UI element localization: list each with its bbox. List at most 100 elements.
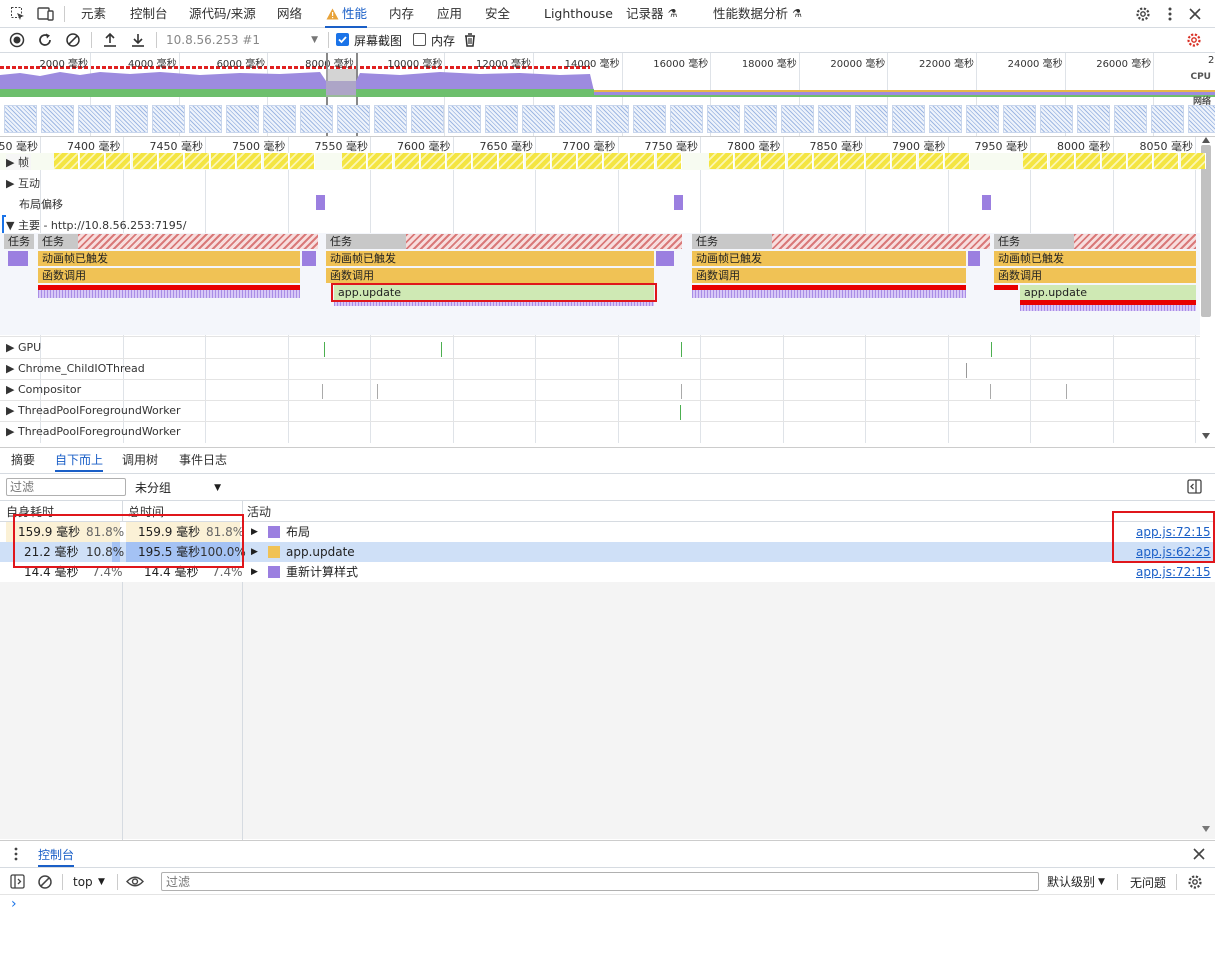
tab-event-log[interactable]: 事件日志 <box>179 448 227 472</box>
tab-console[interactable]: 控制台 <box>130 0 168 28</box>
task-block[interactable]: 任务 <box>4 234 34 249</box>
frame-block[interactable] <box>473 153 499 169</box>
live-expression-eye-icon[interactable] <box>126 875 144 888</box>
frame-block[interactable] <box>840 153 865 169</box>
close-icon[interactable] <box>1189 8 1201 20</box>
frame-block[interactable] <box>368 153 394 169</box>
tab-lighthouse[interactable]: Lighthouse <box>544 0 613 28</box>
inspect-element-icon[interactable] <box>10 6 26 22</box>
threadpool-track-label[interactable]: ▶ ThreadPoolForegroundWorker <box>6 404 181 417</box>
frame-block[interactable] <box>263 153 289 169</box>
frame-block[interactable] <box>709 153 734 169</box>
frame-block[interactable] <box>158 153 184 169</box>
tab-network[interactable]: 网络 <box>277 0 302 28</box>
layout-shift-marker[interactable] <box>674 195 683 210</box>
frame-block[interactable] <box>604 153 630 169</box>
frame-block[interactable] <box>1180 153 1206 169</box>
clear-icon[interactable] <box>65 32 81 48</box>
tab-summary[interactable]: 摘要 <box>11 448 35 472</box>
recording-select[interactable]: 10.8.56.253 #1 ▼ <box>166 30 320 50</box>
tab-bottom-up[interactable]: 自下而上 <box>55 448 104 472</box>
frame-block[interactable] <box>54 153 79 169</box>
expand-arrow-icon[interactable]: ▶ <box>251 562 258 582</box>
reload-record-icon[interactable] <box>37 32 53 48</box>
tab-elements[interactable]: 元素 <box>81 0 106 28</box>
thread-event-mark[interactable] <box>680 405 681 420</box>
timeline-overview[interactable]: 2000 毫秒 4000 毫秒 6000 毫秒 8000 毫秒 10000 毫秒 1200… <box>0 53 1215 137</box>
console-filter-input[interactable] <box>161 872 1039 891</box>
flame-chart[interactable]: 50 毫秒 7400 毫秒 7450 毫秒 7500 毫秒 7550 毫秒 7600 毫秒… <box>0 137 1215 443</box>
tab-performance[interactable]: 性能 <box>325 0 368 28</box>
function-call-block[interactable]: 函数调用 <box>326 268 654 283</box>
source-link[interactable]: app.js:72:15 <box>1136 562 1211 582</box>
more-options-icon[interactable] <box>1165 6 1175 22</box>
frame-block[interactable] <box>132 153 158 169</box>
frame-block[interactable] <box>656 153 682 169</box>
thread-event-mark[interactable] <box>324 342 325 357</box>
tab-security[interactable]: 安全 <box>485 0 510 28</box>
gpu-track-label[interactable]: ▶ GPU <box>6 341 41 354</box>
task-block[interactable]: 任务 <box>994 234 1074 249</box>
thread-event-mark[interactable] <box>991 342 992 357</box>
interactions-track-label[interactable]: ▶ 互动 <box>6 175 40 191</box>
column-header-activity[interactable]: 活动 <box>247 503 271 521</box>
issues-counter[interactable]: 无问题 <box>1130 874 1166 891</box>
expand-arrow-icon[interactable]: ▶ <box>251 522 258 542</box>
frame-block[interactable] <box>918 153 944 169</box>
thread-event-mark[interactable] <box>377 384 378 399</box>
frame-block[interactable] <box>1128 153 1154 169</box>
io-thread-track-label[interactable]: ▶ Chrome_ChildIOThread <box>6 362 145 375</box>
function-call-block[interactable]: 函数调用 <box>692 268 966 283</box>
layout-shift-marker[interactable] <box>316 195 325 210</box>
frame-block[interactable] <box>787 153 813 169</box>
frame-block[interactable] <box>761 153 787 169</box>
toggle-sidebar-icon[interactable] <box>1187 479 1202 494</box>
frame-block[interactable] <box>944 153 970 169</box>
scroll-down-icon[interactable] <box>1202 826 1210 832</box>
drawer-tab-console[interactable]: 控制台 <box>38 843 75 867</box>
frame-block[interactable] <box>499 153 525 169</box>
animation-frame-fired-block[interactable]: 动画帧已触发 <box>326 251 654 266</box>
flame-scrollbar[interactable] <box>1201 145 1211 317</box>
tab-application[interactable]: 应用 <box>437 0 462 28</box>
tab-memory[interactable]: 内存 <box>389 0 414 28</box>
frame-block[interactable] <box>735 153 761 169</box>
thread-event-mark[interactable] <box>681 384 682 399</box>
frames-track-label[interactable]: ▶ 帧 <box>6 154 31 170</box>
console-settings-gear-icon[interactable] <box>1187 874 1203 890</box>
tab-sources[interactable]: 源代码/来源 <box>189 0 256 28</box>
frame-block[interactable] <box>394 153 420 169</box>
animation-frame-fired-block[interactable]: 动画帧已触发 <box>38 251 300 266</box>
task-block[interactable]: 任务 <box>38 234 78 249</box>
frame-block[interactable] <box>420 153 446 169</box>
capture-settings-gear-icon[interactable] <box>1186 32 1202 48</box>
task-block[interactable]: 任务 <box>692 234 772 249</box>
memory-checkbox[interactable] <box>413 33 426 46</box>
frame-block[interactable] <box>1154 153 1180 169</box>
frame-block[interactable] <box>813 153 839 169</box>
filter-input[interactable] <box>6 478 126 496</box>
settings-gear-icon[interactable] <box>1135 6 1151 22</box>
compositor-track-label[interactable]: ▶ Compositor <box>6 383 81 396</box>
trash-icon[interactable] <box>463 32 477 48</box>
screenshot-checkbox[interactable] <box>336 33 349 46</box>
tab-performance-insights[interactable]: 性能数据分析 ⚗ <box>713 0 802 28</box>
frame-block[interactable] <box>578 153 603 169</box>
threadpool-track-label[interactable]: ▶ ThreadPoolForegroundWorker <box>6 425 181 438</box>
scroll-up-icon[interactable] <box>1202 137 1210 143</box>
sidebar-toggle-icon[interactable] <box>10 874 25 889</box>
frame-block[interactable] <box>211 153 237 169</box>
record-icon[interactable] <box>9 32 25 48</box>
layout-shift-marker[interactable] <box>982 195 991 210</box>
frame-block[interactable] <box>525 153 551 169</box>
scroll-down-icon[interactable] <box>1202 433 1210 439</box>
context-select[interactable]: top ▼ <box>73 873 109 891</box>
close-drawer-icon[interactable] <box>1193 848 1205 860</box>
frame-block[interactable] <box>1075 153 1101 169</box>
app-update-block[interactable]: app.update <box>1020 285 1196 300</box>
thread-event-mark[interactable] <box>681 342 682 357</box>
tab-recorder[interactable]: 记录器 ⚗ <box>626 0 678 28</box>
frame-block[interactable] <box>80 153 106 169</box>
frame-block[interactable] <box>342 153 368 169</box>
frame-block[interactable] <box>289 153 315 169</box>
